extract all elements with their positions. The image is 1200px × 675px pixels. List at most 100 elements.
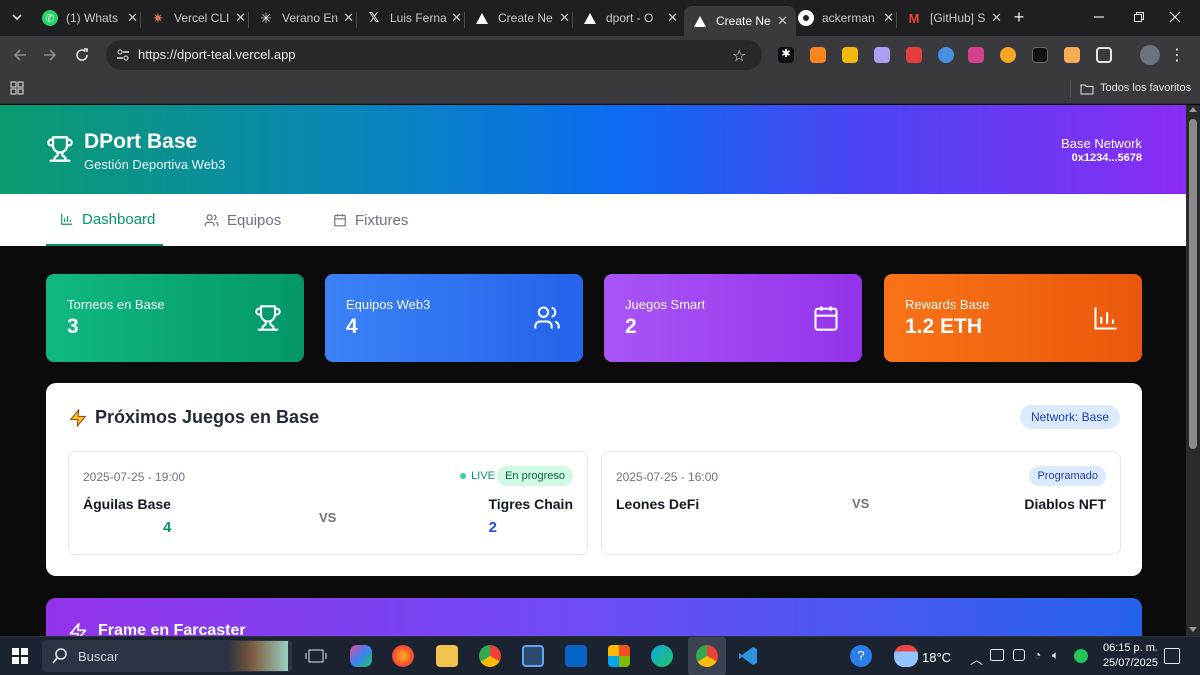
browser-tab[interactable]: M [GitHub] S ✕ <box>898 4 1010 32</box>
chrome-active-taskbar-item[interactable] <box>688 637 726 675</box>
scroll-down-icon[interactable] <box>1189 627 1197 632</box>
address-bar[interactable]: https://dport-teal.vercel.app ☆ <box>106 40 762 70</box>
firefox-icon[interactable] <box>392 645 414 667</box>
copilot-icon[interactable] <box>350 645 372 667</box>
close-tab-icon[interactable]: ✕ <box>883 10 894 26</box>
close-tab-icon[interactable]: ✕ <box>235 10 246 26</box>
vscode-icon[interactable] <box>737 645 759 667</box>
help-icon[interactable]: ? <box>850 645 872 667</box>
file-explorer-icon[interactable] <box>436 645 458 667</box>
binance-icon[interactable] <box>842 47 858 63</box>
notification-icon[interactable] <box>1164 648 1180 664</box>
close-tab-icon[interactable]: ✕ <box>777 13 788 29</box>
chrome-icon[interactable] <box>479 645 501 667</box>
microsoft-apps-icon[interactable] <box>608 645 630 667</box>
browser-tab[interactable]: ✳ Verano En ✕ <box>250 4 362 32</box>
extension-icon[interactable] <box>906 47 922 63</box>
lightning-icon <box>68 621 88 636</box>
browser-tab[interactable]: ackerman ✕ <box>790 4 902 32</box>
outlook-icon[interactable] <box>565 645 587 667</box>
folder-icon <box>1080 82 1094 100</box>
tab-fixtures[interactable]: Fixtures <box>333 194 408 246</box>
wifi-icon[interactable]: ◔ <box>1034 648 1041 662</box>
task-view-icon[interactable] <box>305 645 327 667</box>
browser-tab-active[interactable]: Create Ne ✕ <box>684 6 796 36</box>
windows-start-icon[interactable] <box>12 648 28 669</box>
extension-icon[interactable] <box>968 47 984 63</box>
extension-icon[interactable] <box>1064 47 1080 63</box>
forward-icon[interactable] <box>39 44 61 66</box>
bookmark-star-icon[interactable]: ☆ <box>732 46 746 66</box>
weather-temp[interactable]: 18°C <box>922 650 951 665</box>
url-text: https://dport-teal.vercel.app <box>138 47 296 62</box>
restore-icon[interactable] <box>1128 6 1150 28</box>
bar-chart-icon <box>1094 307 1117 330</box>
browser-tab[interactable]: ✆ (1) Whats ✕ <box>34 4 146 32</box>
taskbar-search[interactable]: Buscar <box>42 640 292 672</box>
close-tab-icon[interactable]: ✕ <box>451 10 462 26</box>
phantom-icon[interactable] <box>874 47 890 63</box>
browser-tab-strip: ✆ (1) Whats ✕ ✷ Vercel CLI ✕ ✳ Verano En… <box>0 0 1200 36</box>
extension-icon[interactable] <box>1032 47 1048 63</box>
chevron-up-icon[interactable]: ︿ <box>970 649 983 668</box>
close-tab-icon[interactable]: ✕ <box>127 10 138 26</box>
back-icon[interactable] <box>9 44 31 66</box>
metamask-icon[interactable] <box>810 47 826 63</box>
apps-grid-icon[interactable] <box>10 81 24 100</box>
trophy-icon <box>46 135 74 168</box>
browser-tab[interactable]: 𝕏 Luis Ferna ✕ <box>358 4 470 32</box>
extension-icon[interactable]: ✱ <box>778 47 794 63</box>
stat-card-equipos: Equipos Web3 4 <box>325 274 583 362</box>
browser-tab[interactable]: Create Ne ✕ <box>466 4 578 32</box>
home-team: Águilas Base <box>83 496 171 512</box>
tray-icon[interactable] <box>990 649 1004 661</box>
close-tab-icon[interactable]: ✕ <box>991 10 1002 26</box>
app-header: DPort Base Gestión Deportiva Web3 Base N… <box>0 105 1186 194</box>
page-scrollbar[interactable] <box>1186 105 1200 636</box>
volume-icon[interactable]: 🔈︎ <box>1052 648 1059 663</box>
site-info-icon[interactable] <box>116 48 130 67</box>
new-tab-icon[interactable]: + <box>1008 6 1030 28</box>
tab-search-chevron-icon[interactable] <box>6 6 28 28</box>
match-card[interactable]: 2025-07-25 - 19:00 LIVE En progreso Águi… <box>68 451 588 555</box>
browser-tab[interactable]: ✷ Vercel CLI ✕ <box>142 4 254 32</box>
clock-date[interactable]: 25/07/2025 <box>1103 657 1158 669</box>
stat-card-rewards: Rewards Base 1.2 ETH <box>884 274 1142 362</box>
all-bookmarks-link[interactable]: Todos los favoritos <box>1100 82 1191 94</box>
vercel-icon <box>692 13 708 29</box>
extension-icon[interactable] <box>938 47 954 63</box>
scroll-thumb[interactable] <box>1189 119 1197 449</box>
store-icon[interactable] <box>522 645 544 667</box>
browser-tab[interactable]: dport - O ✕ <box>574 4 686 32</box>
profile-avatar[interactable] <box>1140 45 1160 65</box>
minimize-icon[interactable] <box>1088 6 1110 28</box>
network-name: Base Network <box>1061 136 1142 151</box>
clock-time[interactable]: 06:15 p. m. <box>1103 642 1158 654</box>
edge-icon[interactable] <box>651 645 673 667</box>
menu-kebab-icon[interactable]: ⋮ <box>1166 44 1188 66</box>
weather-icon[interactable] <box>894 645 918 667</box>
tab-equipos[interactable]: Equipos <box>204 194 281 246</box>
match-card[interactable]: 2025-07-25 - 16:00 Programado Leones DeF… <box>601 451 1121 555</box>
extensions-puzzle-icon[interactable] <box>1096 47 1112 63</box>
status-badge: En progreso <box>497 466 573 486</box>
close-tab-icon[interactable]: ✕ <box>667 10 678 26</box>
close-tab-icon[interactable]: ✕ <box>343 10 354 26</box>
match-date: 2025-07-25 - 16:00 <box>616 470 719 484</box>
stat-card-torneos: Torneos en Base 3 <box>46 274 304 362</box>
stat-value: 1.2 ETH <box>905 315 983 338</box>
calendar-icon <box>814 306 838 331</box>
scroll-up-icon[interactable] <box>1189 107 1197 112</box>
app-title: DPort Base <box>84 130 198 153</box>
close-window-icon[interactable] <box>1164 6 1186 28</box>
wallet-address[interactable]: 0x1234...5678 <box>1072 152 1142 164</box>
tab-dashboard[interactable]: Dashboard <box>46 194 163 246</box>
tab-label: dport - O <box>606 11 654 25</box>
tray-app-icon[interactable] <box>1074 649 1088 663</box>
perplexity-icon: ✳ <box>260 9 272 26</box>
panel-title: Próximos Juegos en Base <box>95 407 320 427</box>
tray-icon[interactable] <box>1013 649 1025 661</box>
extension-icon[interactable] <box>1000 47 1016 63</box>
close-tab-icon[interactable]: ✕ <box>559 10 570 26</box>
reload-icon[interactable] <box>71 44 93 66</box>
